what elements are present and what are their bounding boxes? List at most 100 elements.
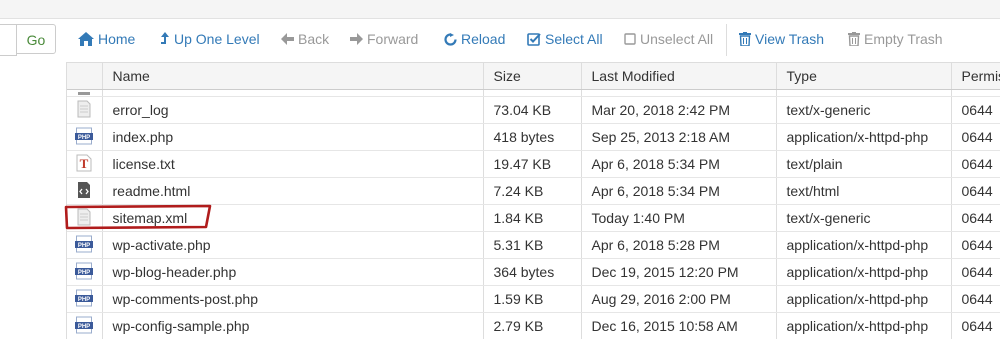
file-icon-cell: PHP <box>67 259 102 286</box>
forward-label: Forward <box>367 24 418 54</box>
back-button[interactable]: Back <box>281 24 329 54</box>
last-modified-cell: Dec 16, 2015 10:58 AM <box>581 313 776 339</box>
mime-type-cell: text/x-generic <box>776 97 951 124</box>
file-table: Name Size Last Modified Type Permis erro… <box>66 62 1000 339</box>
php-file-icon: PHP <box>75 127 93 148</box>
last-modified-cell: Aug 29, 2016 2:00 PM <box>581 286 776 313</box>
checked-square-icon <box>527 32 541 46</box>
last-modified-cell: Mar 20, 2018 2:42 PM <box>581 97 776 124</box>
svg-text:PHP: PHP <box>78 134 90 140</box>
permissions-cell: 0644 <box>951 124 1000 151</box>
last-modified-cell: Apr 6, 2018 5:34 PM <box>581 151 776 178</box>
file-icon-cell <box>67 90 102 97</box>
reload-button[interactable]: Reload <box>444 24 505 54</box>
table-row[interactable]: PHPwp-config-sample.php2.79 KBDec 16, 20… <box>67 313 1000 339</box>
permissions-cell: 0644 <box>951 313 1000 339</box>
svg-text:PHP: PHP <box>78 269 90 275</box>
svg-text:PHP: PHP <box>78 323 90 329</box>
empty-trash-label: Empty Trash <box>864 24 943 54</box>
html-file-icon <box>77 181 91 202</box>
table-row[interactable]: sitemap.xml1.84 KBToday 1:40 PMtext/x-ge… <box>67 205 1000 232</box>
permissions-column-header[interactable]: Permis <box>951 63 1000 90</box>
forward-button[interactable]: Forward <box>350 24 418 54</box>
text-file-icon: T <box>76 154 92 175</box>
reload-label: Reload <box>461 24 505 54</box>
view-trash-button[interactable]: View Trash <box>739 24 824 54</box>
php-file-icon: PHP <box>75 235 93 256</box>
file-icon-cell: PHP <box>67 313 102 339</box>
file-icon-cell: PHP <box>67 286 102 313</box>
file-name-cell: sitemap.xml <box>102 205 483 232</box>
table-row[interactable]: PHPwp-comments-post.php1.59 KBAug 29, 20… <box>67 286 1000 313</box>
up-one-level-button[interactable]: Up One Level <box>160 24 260 54</box>
file-name-cell: index.php <box>102 124 483 151</box>
select-all-button[interactable]: Select All <box>527 24 603 54</box>
svg-text:PHP: PHP <box>78 242 90 248</box>
toolbar: Home Up One Level Back Forward Reload Se… <box>0 24 1000 54</box>
file-size-cell: 1.84 KB <box>483 205 581 232</box>
file-icon-cell <box>67 97 102 124</box>
table-row[interactable]: PHP index.php418 bytesSep 25, 2013 2:18 A… <box>67 124 1000 151</box>
file-size-cell: 73.04 KB <box>483 97 581 124</box>
table-row[interactable] <box>67 90 1000 97</box>
permissions-cell: 0644 <box>951 259 1000 286</box>
mime-type-cell: text/plain <box>776 151 951 178</box>
file-icon-cell: PHP <box>67 124 102 151</box>
table-row[interactable]: error_log73.04 KBMar 20, 2018 2:42 PMtex… <box>67 97 1000 124</box>
arrow-right-icon <box>350 33 363 45</box>
file-name-cell: wp-config-sample.php <box>102 313 483 339</box>
modified-column-header[interactable]: Last Modified <box>581 63 776 90</box>
top-strip <box>0 0 1000 19</box>
mime-type-cell: text/x-generic <box>776 205 951 232</box>
file-icon-cell <box>67 178 102 205</box>
empty-trash-button[interactable]: Empty Trash <box>848 24 943 54</box>
permissions-cell: 0644 <box>951 151 1000 178</box>
table-header-row: Name Size Last Modified Type Permis <box>67 63 1000 90</box>
mime-type-cell: application/x-httpd-php <box>776 286 951 313</box>
table-row[interactable]: PHPwp-blog-header.php364 bytesDec 19, 20… <box>67 259 1000 286</box>
file-name-cell: wp-comments-post.php <box>102 286 483 313</box>
type-column-header[interactable]: Type <box>776 63 951 90</box>
last-modified-cell: Apr 6, 2018 5:28 PM <box>581 232 776 259</box>
permissions-cell: 0644 <box>951 97 1000 124</box>
select-all-label: Select All <box>545 24 603 54</box>
home-label: Home <box>98 24 135 54</box>
generic-file-icon <box>77 208 91 229</box>
unselect-all-button[interactable]: Unselect All <box>624 24 713 54</box>
svg-text:T: T <box>80 156 89 171</box>
php-file-icon: PHP <box>75 316 93 337</box>
file-size-cell: 418 bytes <box>483 124 581 151</box>
permissions-cell: 0644 <box>951 232 1000 259</box>
home-button[interactable]: Home <box>78 24 135 54</box>
table-row[interactable]: readme.html7.24 KBApr 6, 2018 5:34 PMtex… <box>67 178 1000 205</box>
table-row[interactable]: PHP wp-activate.php5.31 KBApr 6, 2018 5:2… <box>67 232 1000 259</box>
permissions-cell: 0644 <box>951 286 1000 313</box>
toolbar-divider <box>726 24 727 56</box>
file-name-cell: error_log <box>102 97 483 124</box>
file-size-cell: 5.31 KB <box>483 232 581 259</box>
table-row[interactable]: Tlicense.txt19.47 KBApr 6, 2018 5:34 PMt… <box>67 151 1000 178</box>
view-trash-label: View Trash <box>755 24 824 54</box>
mime-type-cell: text/html <box>776 178 951 205</box>
refresh-icon <box>444 33 457 46</box>
file-size-cell: 7.24 KB <box>483 178 581 205</box>
file-name-cell: wp-activate.php <box>102 232 483 259</box>
file-icon-cell <box>67 205 102 232</box>
file-icon-cell: PHP <box>67 232 102 259</box>
unselect-all-label: Unselect All <box>640 24 713 54</box>
php-file-icon: PHP <box>75 262 93 283</box>
name-column-header[interactable]: Name <box>102 63 483 90</box>
file-name-cell: readme.html <box>102 178 483 205</box>
file-name-cell: license.txt <box>102 151 483 178</box>
file-icon-cell: T <box>67 151 102 178</box>
empty-square-icon <box>624 33 636 45</box>
permissions-cell: 0644 <box>951 178 1000 205</box>
file-size-cell: 19.47 KB <box>483 151 581 178</box>
php-file-icon: PHP <box>75 289 93 310</box>
permissions-cell: 0644 <box>951 205 1000 232</box>
last-modified-cell: Apr 6, 2018 5:34 PM <box>581 178 776 205</box>
trash-icon <box>848 32 860 46</box>
size-column-header[interactable]: Size <box>483 63 581 90</box>
trash-icon <box>739 32 751 46</box>
last-modified-cell: Sep 25, 2013 2:18 AM <box>581 124 776 151</box>
